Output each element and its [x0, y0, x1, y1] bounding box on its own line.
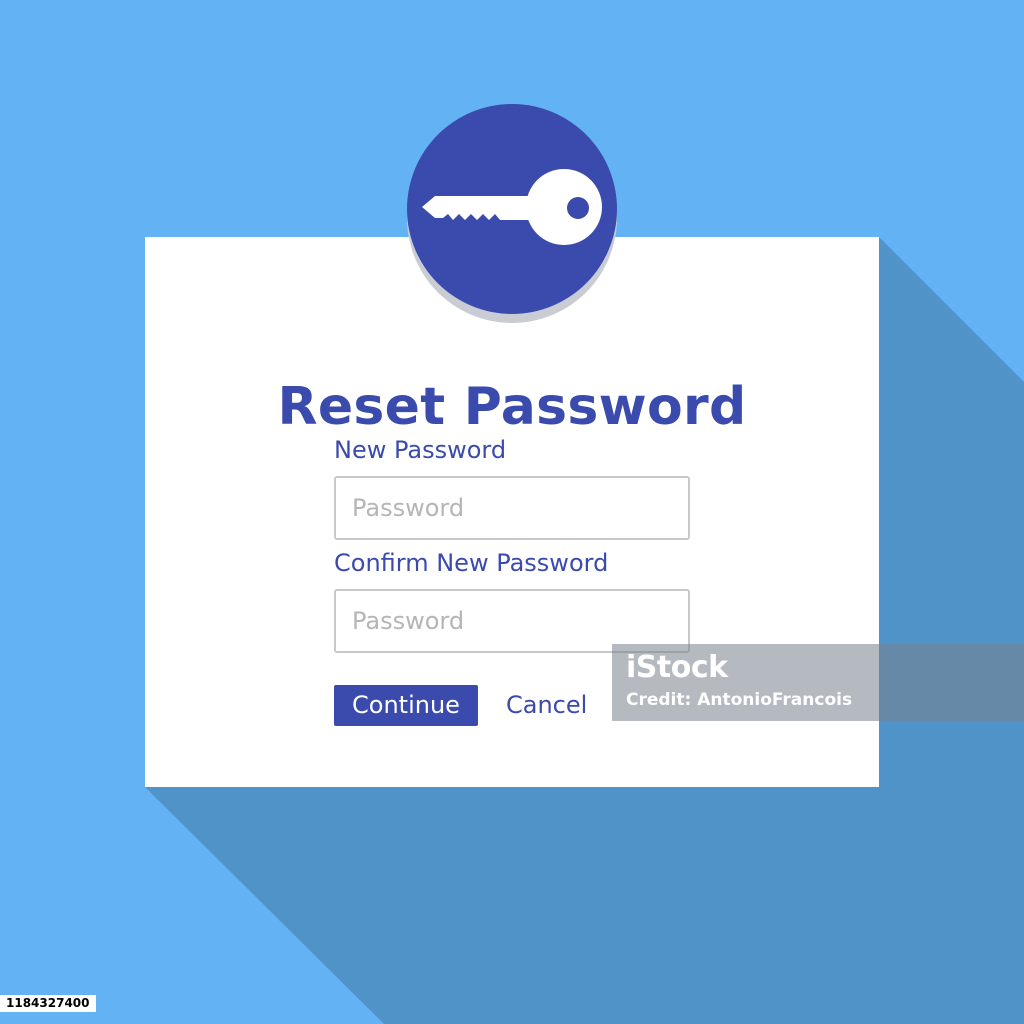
watermark-brand: iStock — [626, 650, 728, 685]
stock-image-id: 1184327400 — [0, 995, 96, 1012]
confirm-password-label: Confirm New Password — [334, 549, 609, 577]
page-background: Reset Password New Password Confirm New … — [0, 0, 1024, 1024]
key-icon — [407, 104, 617, 314]
page-title: Reset Password — [277, 376, 747, 437]
cancel-button[interactable]: Cancel — [500, 685, 593, 726]
stock-watermark: iStock Credit: AntonioFrancois — [612, 644, 1024, 721]
new-password-input[interactable] — [334, 476, 690, 540]
key-badge — [407, 104, 617, 314]
continue-button[interactable]: Continue — [334, 685, 478, 726]
new-password-label: New Password — [334, 436, 507, 464]
watermark-credit: Credit: AntonioFrancois — [626, 690, 853, 710]
